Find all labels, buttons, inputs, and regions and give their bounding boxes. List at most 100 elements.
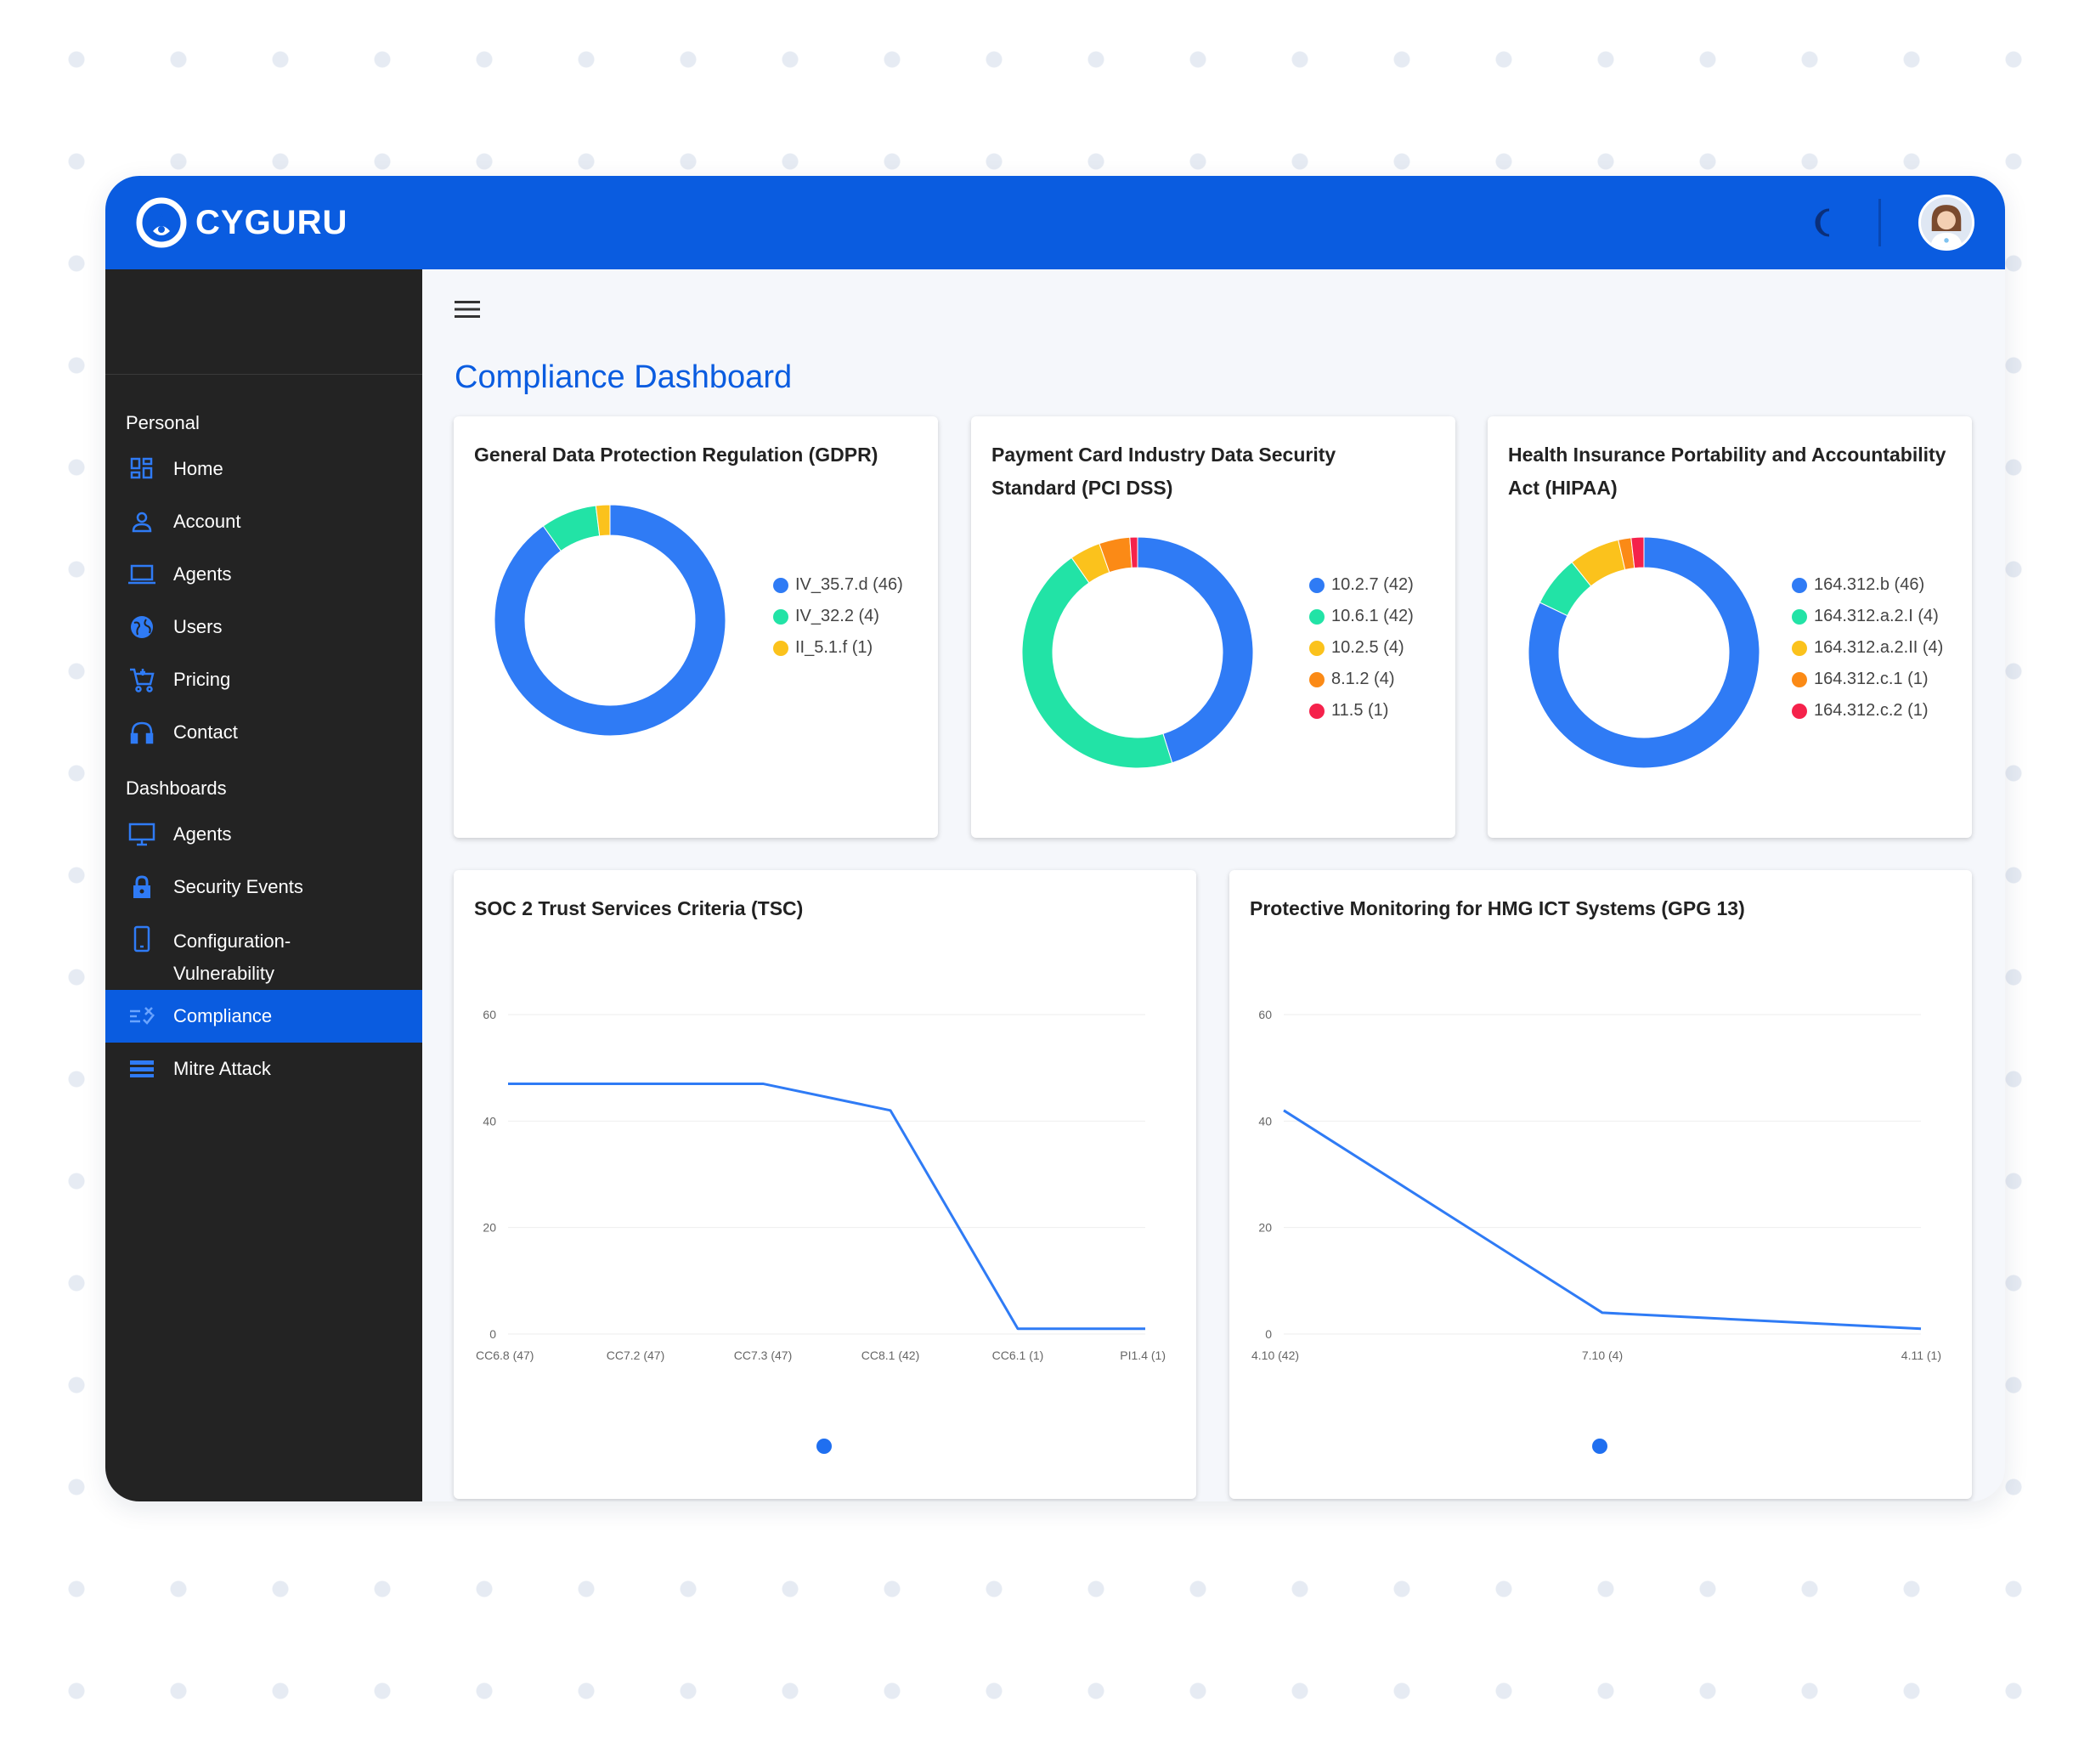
sidebar-item-compliance[interactable]: Compliance (105, 990, 422, 1043)
legend-label: 10.2.7 (42) (1331, 575, 1414, 594)
donut-slice[interactable] (1137, 536, 1254, 764)
gpg13-line-chart[interactable]: 0 20 40 60 4.10 (42) 7.10 (4) 4.11 (1) (1229, 870, 1972, 1380)
legend-item[interactable]: 10.6.1 (42) (1309, 601, 1414, 632)
sidebar-header (105, 269, 422, 375)
legend-swatch (1792, 671, 1807, 687)
sidebar-item-contact[interactable]: Contact (105, 706, 422, 759)
legend-item[interactable]: 10.2.5 (4) (1309, 632, 1414, 664)
y-tick-label: 40 (1258, 1114, 1272, 1128)
donut-slice[interactable] (1021, 557, 1173, 769)
card-title: Health Insurance Portability and Account… (1508, 444, 1946, 499)
grid-icon (127, 455, 156, 483)
legend-item[interactable]: 10.2.7 (42) (1309, 569, 1414, 601)
legend-item[interactable]: 11.5 (1) (1309, 695, 1414, 727)
sidebar-section-personal: Personal (126, 412, 200, 433)
layers-icon (127, 1054, 156, 1083)
main-content: Compliance Dashboard General Data Protec… (422, 269, 2005, 1501)
sidebar-item-account[interactable]: Account (105, 495, 422, 548)
hipaa-donut-chart[interactable] (1517, 525, 1771, 780)
sidebar-item-label: Agents (173, 563, 232, 585)
sidebar-item-label: Mitre Attack (173, 1058, 271, 1079)
brand-logo[interactable]: CYGURU (136, 197, 347, 248)
y-tick-label: 20 (1258, 1221, 1272, 1235)
sidebar-item-security-events[interactable]: Security Events (105, 861, 422, 913)
series-line[interactable] (1283, 1109, 1922, 1331)
legend-swatch (1309, 671, 1325, 687)
x-tick-label: CC8.1 (42) (861, 1348, 919, 1362)
legend-swatch (1792, 640, 1807, 656)
legend-label: 164.312.c.2 (1) (1814, 701, 1929, 720)
pagination-dot[interactable] (1592, 1439, 1607, 1454)
sidebar-section-dashboards: Dashboards (126, 777, 227, 799)
legend-label: 11.5 (1) (1331, 701, 1389, 720)
sidebar-item-home[interactable]: Home (105, 443, 422, 495)
legend-label: 164.312.c.1 (1) (1814, 670, 1929, 688)
legend-item[interactable]: 164.312.c.2 (1) (1792, 695, 1943, 727)
gdpr-legend: IV_35.7.d (46) IV_32.2 (4) II_5.1.f (1) (773, 569, 903, 664)
card-title: General Data Protection Regulation (GDPR… (474, 444, 878, 466)
legend-item[interactable]: 164.312.a.2.I (4) (1792, 601, 1943, 632)
sidebar-item-label: Compliance (173, 1005, 273, 1026)
hipaa-chart-card: Health Insurance Portability and Account… (1488, 416, 1972, 838)
user-avatar-icon[interactable] (1918, 195, 1974, 251)
legend-label: 10.2.5 (4) (1331, 638, 1404, 657)
pci-dss-donut-chart[interactable] (1010, 525, 1265, 780)
legend-swatch (1792, 608, 1807, 625)
sidebar-item-label: Agents (173, 823, 232, 845)
monitor-icon (127, 820, 156, 849)
legend-swatch (1309, 703, 1325, 719)
legend-item[interactable]: IV_32.2 (4) (773, 601, 903, 632)
x-tick-label: CC6.1 (1) (992, 1348, 1044, 1362)
gpg13-chart-card: Protective Monitoring for HMG ICT System… (1229, 870, 1972, 1499)
sidebar-item-label: Pricing (173, 669, 231, 690)
pci-dss-legend: 10.2.7 (42) 10.6.1 (42) 10.2.5 (4) 8.1.2 (4… (1309, 569, 1414, 727)
y-tick-label: 60 (483, 1008, 496, 1021)
series-line[interactable] (508, 1082, 1145, 1331)
sidebar-item-label: Users (173, 616, 223, 637)
globe-icon (127, 613, 156, 642)
legend-item[interactable]: II_5.1.f (1) (773, 632, 903, 664)
phone-icon (127, 925, 156, 954)
x-tick-label: CC7.3 (47) (734, 1348, 792, 1362)
legend-item[interactable]: IV_35.7.d (46) (773, 569, 903, 601)
x-tick-label: CC7.2 (47) (607, 1348, 664, 1362)
sidebar-item-label: Security Events (173, 876, 303, 897)
legend-label: 164.312.b (46) (1814, 575, 1925, 594)
pagination-dot[interactable] (816, 1439, 832, 1454)
sidebar-item-label: Configuration-Vulnerability (173, 930, 291, 984)
y-tick-label: 60 (1258, 1008, 1272, 1021)
legend-item[interactable]: 164.312.c.1 (1) (1792, 664, 1943, 695)
legend-item[interactable]: 164.312.b (46) (1792, 569, 1943, 601)
checklist-icon (127, 1002, 156, 1031)
headset-icon (127, 718, 156, 747)
legend-swatch (1309, 640, 1325, 656)
hipaa-legend: 164.312.b (46) 164.312.a.2.I (4) 164.312.a… (1792, 569, 1943, 727)
gdpr-donut-chart[interactable] (483, 493, 737, 748)
moon-icon[interactable] (1809, 206, 1841, 239)
sidebar-item-configuration-vulnerability[interactable]: Configuration-Vulnerability (105, 913, 422, 990)
y-tick-label: 0 (1265, 1327, 1272, 1341)
sidebar-item-agents[interactable]: Agents (105, 548, 422, 601)
legend-label: 164.312.a.2.I (4) (1814, 607, 1939, 625)
laptop-icon (127, 560, 156, 589)
y-tick-label: 0 (489, 1327, 496, 1341)
y-tick-label: 20 (483, 1221, 496, 1235)
legend-item[interactable]: 164.312.a.2.II (4) (1792, 632, 1943, 664)
card-title: Payment Card Industry Data Security Stan… (991, 444, 1336, 499)
soc2-line-chart[interactable]: 0 20 40 60 CC6.8 (47) CC7.2 (47) CC7.3 (47) CC8… (454, 870, 1196, 1380)
sidebar-item-mitre-attack[interactable]: Mitre Attack (105, 1043, 422, 1095)
app-window: CYGURU Personal Home Account Agents User… (105, 176, 2005, 1501)
soc2-chart-card: SOC 2 Trust Services Criteria (TSC) 0 20 4… (454, 870, 1196, 1499)
legend-swatch (1792, 703, 1807, 719)
donut-slice[interactable] (494, 504, 726, 737)
sidebar-item-pricing[interactable]: Pricing (105, 653, 422, 706)
sidebar-item-dashboard-agents[interactable]: Agents (105, 808, 422, 861)
x-tick-label: 4.10 (42) (1251, 1348, 1299, 1362)
x-tick-label: 4.11 (1) (1901, 1348, 1941, 1362)
hamburger-menu-icon[interactable] (455, 300, 480, 319)
sidebar-item-users[interactable]: Users (105, 601, 422, 653)
legend-item[interactable]: 8.1.2 (4) (1309, 664, 1414, 695)
cart-icon (127, 665, 156, 694)
x-tick-label: 7.10 (4) (1582, 1348, 1623, 1362)
sidebar-item-label: Home (173, 458, 223, 479)
